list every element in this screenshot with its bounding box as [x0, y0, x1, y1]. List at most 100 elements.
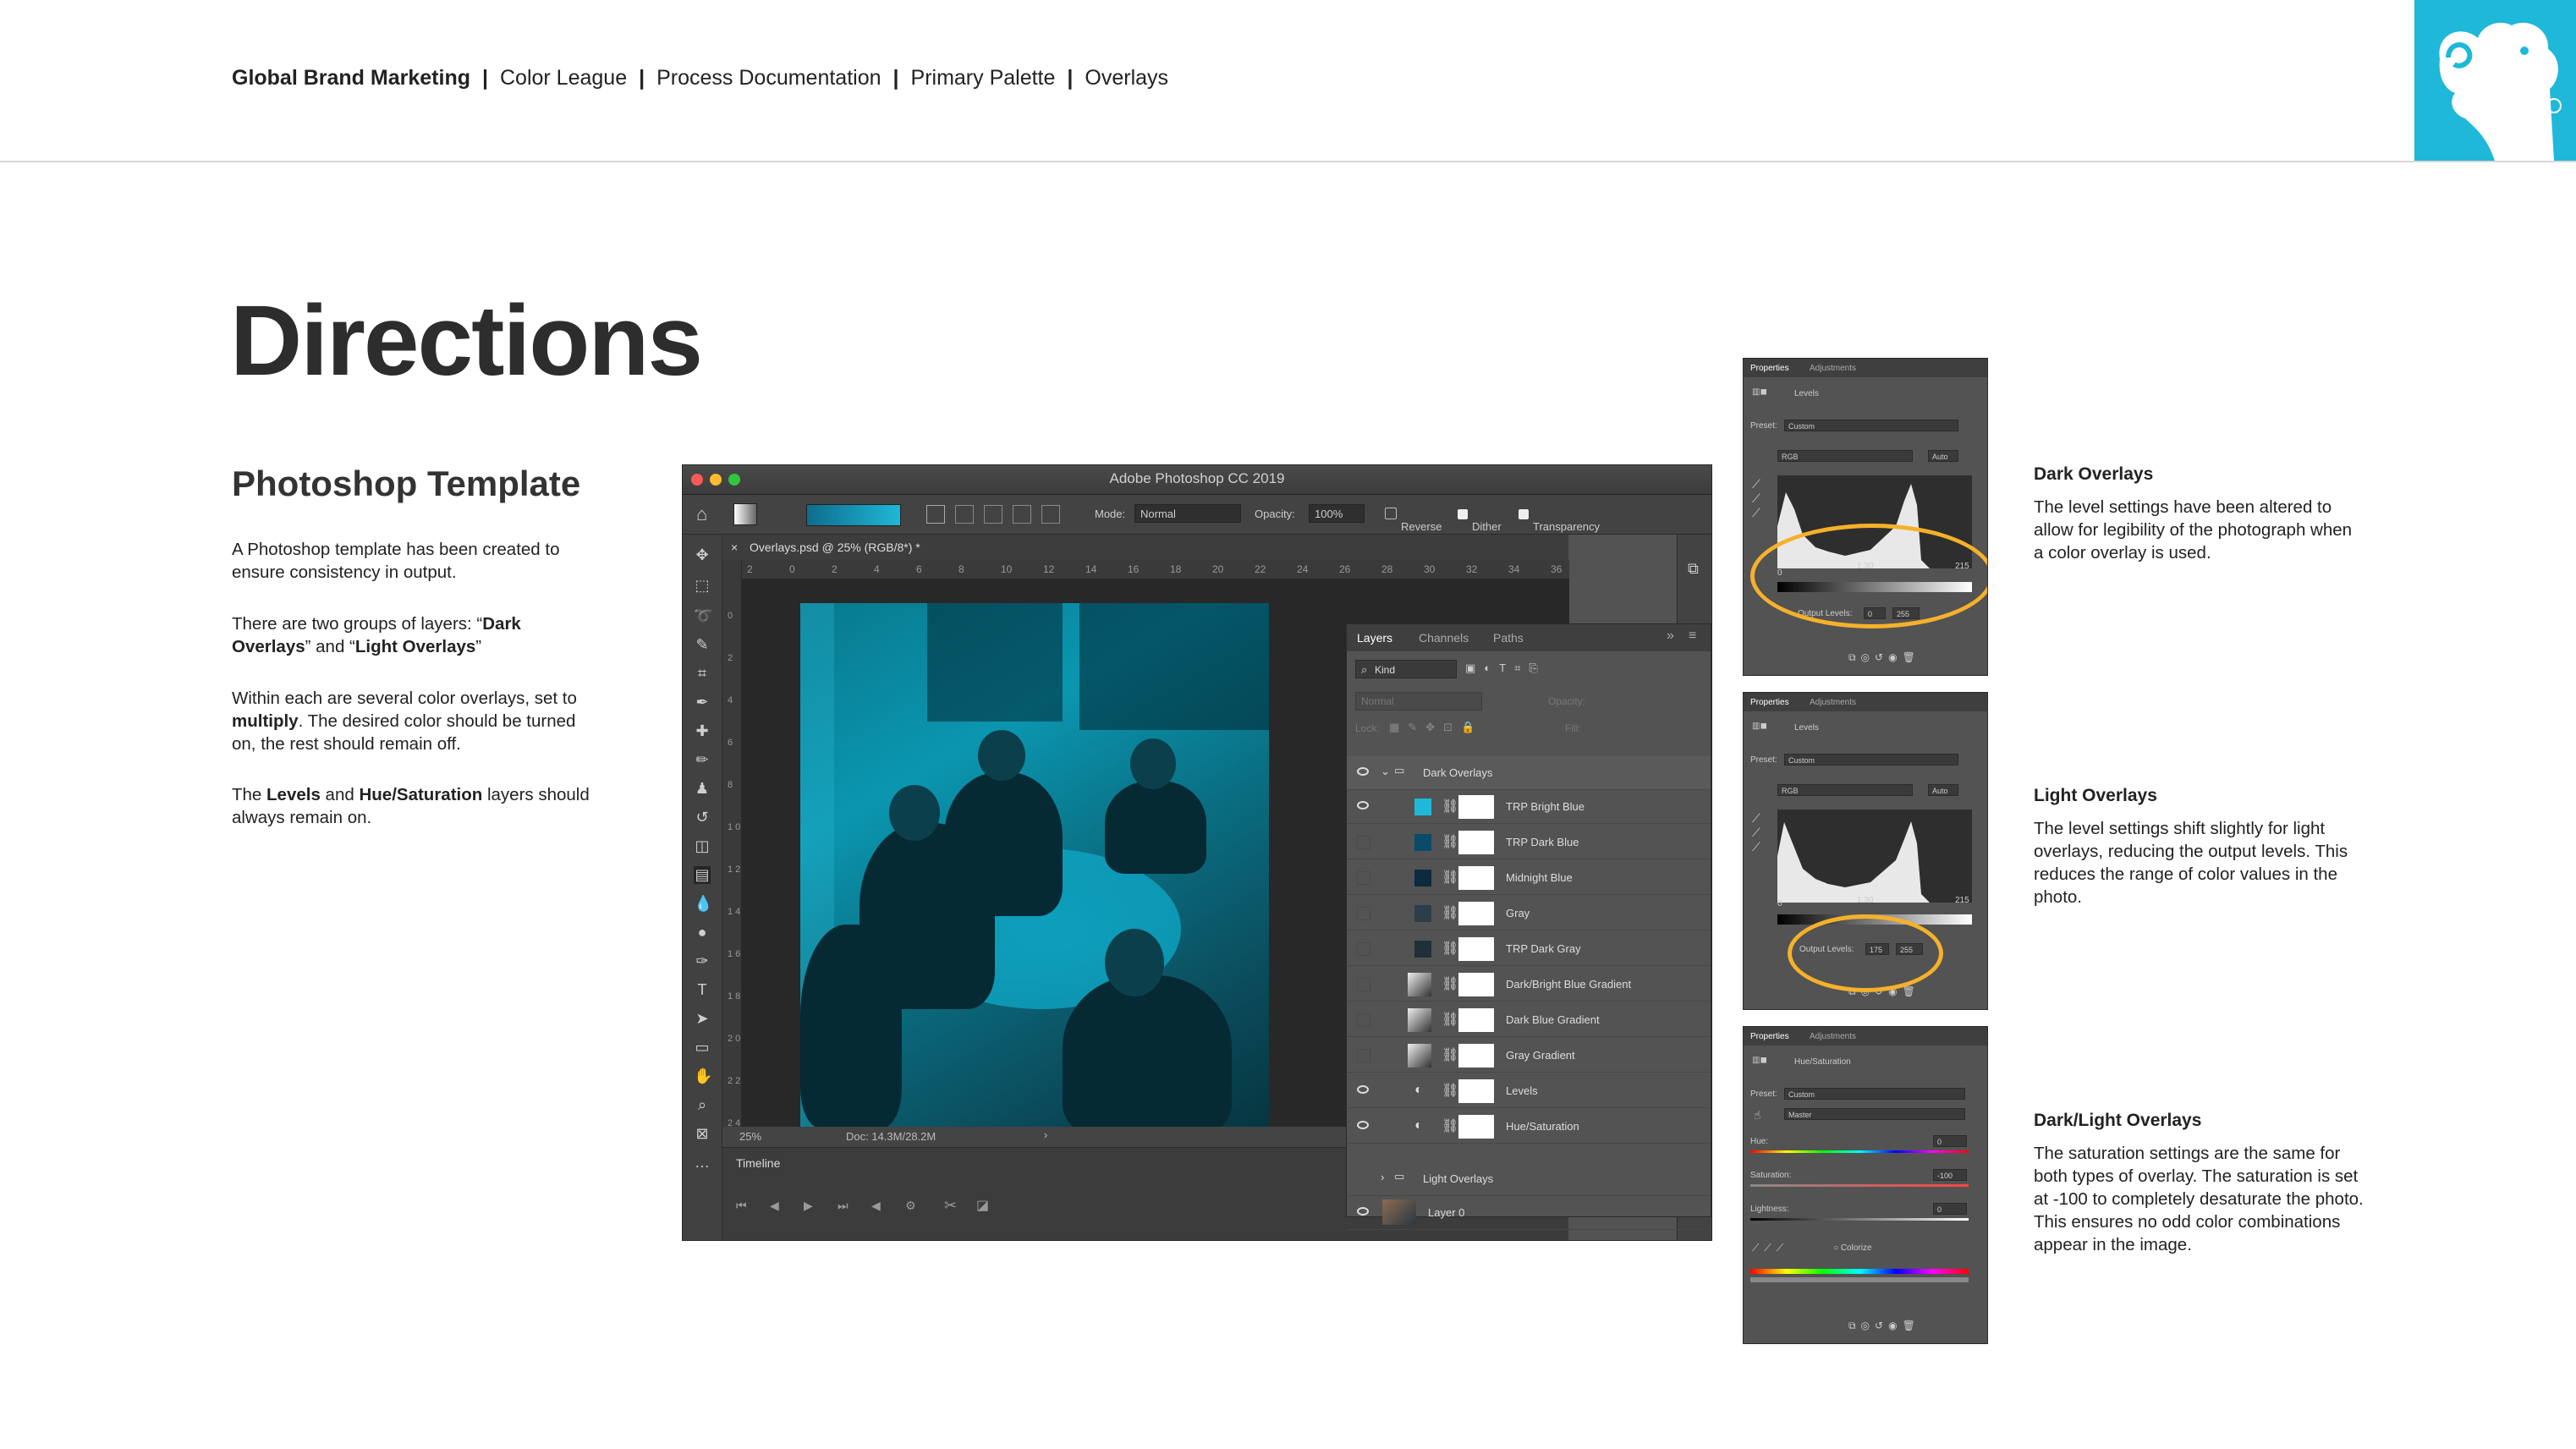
pen-tool-icon[interactable]: ✑ [694, 952, 711, 970]
healing-tool-icon[interactable]: ✚ [694, 722, 711, 740]
layer-row[interactable]: ◐ ⛓ Hue/Saturation [1347, 1110, 1711, 1144]
input-black-value[interactable]: 0 [1777, 899, 1782, 908]
zoom-level[interactable]: 25% [739, 1130, 761, 1143]
hue-slider[interactable] [1750, 1150, 1969, 1153]
tab-paths[interactable]: Paths [1493, 631, 1524, 645]
layer-mask-thumbnail[interactable] [1458, 1044, 1494, 1068]
lightness-field[interactable]: 0 [1933, 1203, 1967, 1215]
gradient-preset-icon[interactable] [733, 503, 757, 525]
tab-properties[interactable]: Properties [1750, 364, 1789, 373]
properties-icon[interactable]: ⧉ [1688, 560, 1699, 578]
tab-adjustments[interactable]: Adjustments [1810, 1032, 1856, 1041]
next-frame-icon[interactable]: ⏭ [838, 1199, 849, 1213]
layer-row[interactable]: ⛓ Gray [1347, 897, 1711, 930]
preset-select[interactable]: Custom [1784, 420, 1958, 431]
link-icon[interactable]: ⛓ [1442, 798, 1458, 815]
play-icon[interactable]: ▶ [804, 1199, 813, 1213]
rectangle-tool-icon[interactable]: ▭ [694, 1039, 711, 1057]
linear-gradient-icon[interactable] [926, 505, 945, 524]
gradient-tool-icon[interactable]: ▤ [694, 866, 711, 884]
visibility-toggle[interactable] [1357, 836, 1370, 849]
tab-channels[interactable]: Channels [1419, 631, 1469, 645]
chevron-right-icon[interactable]: › [1044, 1128, 1047, 1141]
checkbox-checked[interactable] [1519, 509, 1529, 519]
previous-frame-icon[interactable]: ◀ [770, 1199, 779, 1213]
layer-mask-thumbnail[interactable] [1458, 973, 1494, 996]
dither-checkbox[interactable]: Dither [1458, 508, 1502, 533]
tab-layers[interactable]: Layers [1357, 631, 1392, 645]
visibility-toggle[interactable] [1357, 1049, 1370, 1062]
layer-mask-thumbnail[interactable] [1458, 1115, 1494, 1139]
hue-field[interactable]: 0 [1933, 1135, 1967, 1147]
transition-icon[interactable]: ◪ [976, 1197, 989, 1214]
link-icon[interactable]: ⛓ [1442, 904, 1458, 921]
preset-select[interactable]: Custom [1784, 1088, 1965, 1100]
channel-select[interactable]: RGB [1777, 450, 1913, 462]
tab-adjustments[interactable]: Adjustments [1810, 698, 1856, 707]
diamond-gradient-icon[interactable] [1041, 505, 1060, 524]
filter-type-icons[interactable]: ▣◐T⌗⎘ [1465, 661, 1546, 675]
layer-row-layer-0[interactable]: Layer 0 [1347, 1196, 1711, 1230]
chevron-down-icon[interactable]: ⌄ [1381, 765, 1390, 778]
blur-tool-icon[interactable]: 💧 [694, 895, 712, 913]
layer-row[interactable]: ⛓ Dark Blue Gradient [1347, 1003, 1711, 1037]
panel-footer-icons[interactable]: ⧉◎↺◉🗑 [1848, 651, 1920, 664]
blend-mode-select[interactable]: Normal [1355, 692, 1482, 711]
zoom-tool-icon[interactable]: ⌕ [694, 1096, 711, 1114]
layer-group-dark-overlays[interactable]: ⌄ ▭ Dark Overlays [1347, 756, 1711, 790]
visibility-toggle[interactable] [1357, 978, 1370, 991]
visibility-eye-icon[interactable] [1357, 1121, 1369, 1129]
marquee-tool-icon[interactable]: ⬚ [694, 577, 711, 595]
gamma-value[interactable]: 1.30 [1857, 896, 1873, 905]
settings-icon[interactable]: ⚙ [905, 1199, 916, 1213]
collapse-icon[interactable]: » [1667, 628, 1674, 644]
layer-row[interactable]: ⛓ TRP Dark Blue [1347, 826, 1711, 859]
link-icon[interactable]: ⛓ [1442, 1082, 1458, 1099]
brush-tool-icon[interactable]: ✏ [694, 751, 711, 769]
layer-row[interactable]: ⛓ TRP Bright Blue [1347, 790, 1711, 824]
saturation-slider[interactable] [1750, 1184, 1969, 1187]
transparency-checkbox[interactable]: Transparency [1519, 508, 1600, 533]
link-icon[interactable]: ⛓ [1442, 869, 1458, 886]
gradient-picker[interactable] [806, 504, 901, 526]
tab-properties[interactable]: Properties [1750, 1032, 1789, 1041]
mode-select[interactable]: Normal [1134, 504, 1241, 523]
link-icon[interactable]: ⛓ [1442, 940, 1458, 957]
link-icon[interactable]: ⛓ [1442, 1011, 1458, 1028]
type-tool-icon[interactable]: T [694, 981, 711, 999]
layer-mask-thumbnail[interactable] [1458, 866, 1494, 890]
home-icon[interactable]: ⌂ [696, 503, 707, 525]
link-icon[interactable]: ⛓ [1442, 975, 1458, 992]
opacity-field[interactable]: 100% [1309, 504, 1365, 523]
quick-select-tool-icon[interactable]: ✎ [694, 636, 711, 654]
eyedropper-tool-icon[interactable]: ✒ [694, 694, 711, 711]
eyedropper-icons[interactable]: ⟋⟋⟋ [1752, 477, 1760, 520]
lock-icons[interactable]: ▦✎✥⊡🔒 [1389, 721, 1483, 734]
layer-group-light-overlays[interactable]: › ▭ Light Overlays [1347, 1162, 1711, 1196]
frame-tool-icon[interactable]: ⊠ [694, 1125, 711, 1143]
lightness-slider[interactable] [1750, 1218, 1969, 1221]
panel-footer-icons[interactable]: ⧉◎↺◉🗑 [1848, 1320, 1920, 1332]
checkbox-box[interactable] [1385, 508, 1397, 519]
visibility-toggle[interactable] [1357, 871, 1370, 885]
auto-button[interactable]: Auto [1928, 450, 1958, 462]
hand-tool-icon[interactable]: ✋ [694, 1068, 712, 1085]
dodge-tool-icon[interactable]: ● [694, 924, 711, 941]
link-icon[interactable]: ⛓ [1442, 1046, 1458, 1063]
auto-button[interactable]: Auto [1928, 784, 1958, 796]
layer-mask-thumbnail[interactable] [1458, 1008, 1494, 1032]
document-tab[interactable]: × Overlays.psd @ 25% (RGB/8*) * [722, 535, 1568, 560]
gradient-type-buttons[interactable] [926, 505, 1070, 524]
filter-kind-select[interactable]: ⌕ Kind [1355, 660, 1457, 678]
reverse-checkbox[interactable]: Reverse [1385, 508, 1442, 533]
layer-mask-thumbnail[interactable] [1458, 937, 1494, 961]
preset-select[interactable]: Custom [1784, 754, 1958, 766]
layer-mask-thumbnail[interactable] [1458, 1079, 1494, 1103]
path-select-tool-icon[interactable]: ➤ [694, 1010, 711, 1028]
input-white-value[interactable]: 215 [1955, 896, 1969, 905]
visibility-eye-icon[interactable] [1357, 767, 1369, 776]
reflected-gradient-icon[interactable] [1013, 505, 1031, 524]
link-icon[interactable]: ⛓ [1442, 833, 1458, 850]
audio-icon[interactable]: ◀ [871, 1199, 881, 1213]
visibility-toggle[interactable] [1357, 942, 1370, 956]
